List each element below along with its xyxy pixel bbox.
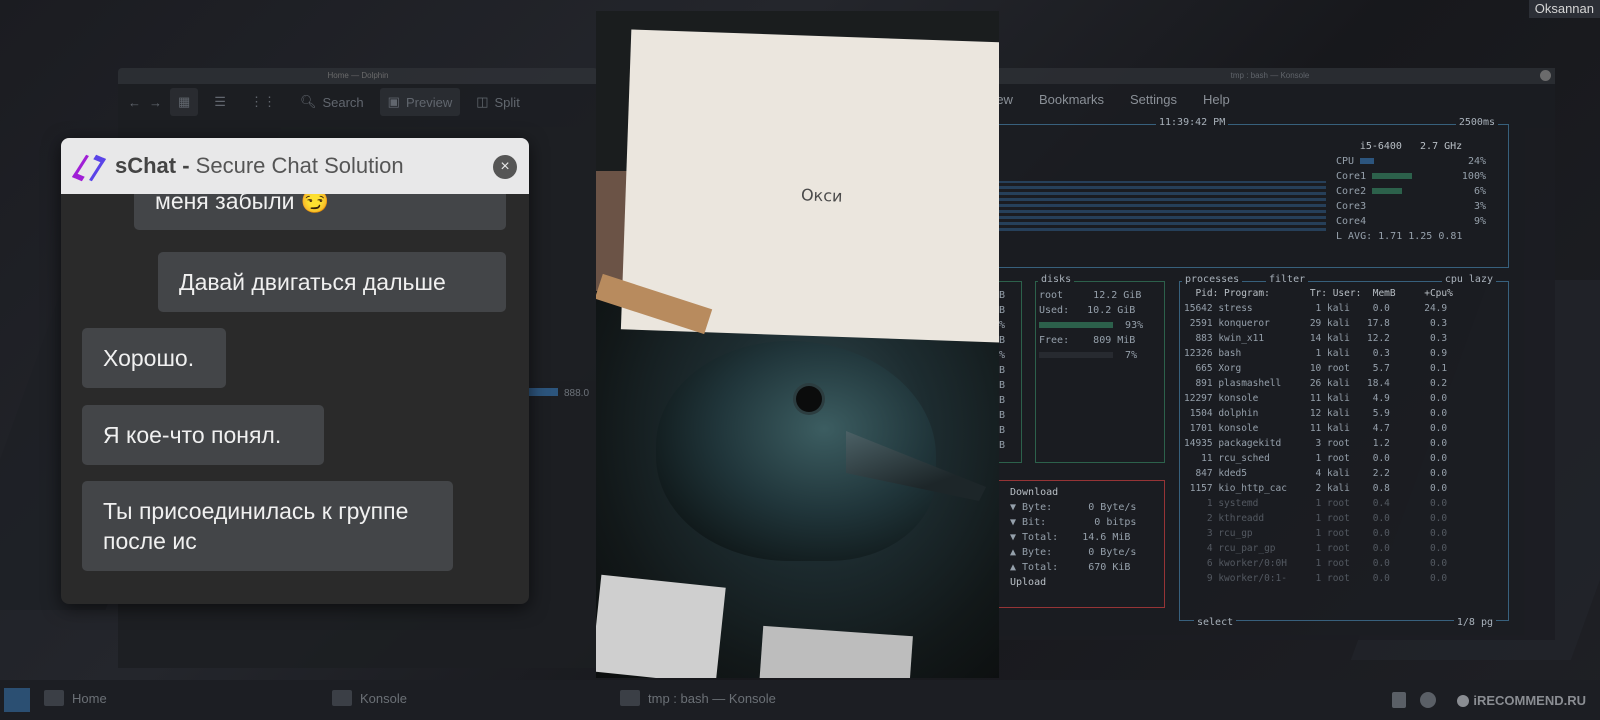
task-home[interactable]: Home [44, 690, 107, 706]
chat-message: Я кое-что понял. [82, 405, 324, 465]
close-button[interactable]: × [493, 155, 517, 179]
process-row[interactable]: 2591 konqueror 29 kali 17.8 0.3 [1184, 316, 1508, 331]
menu-help[interactable]: Help [1203, 92, 1230, 107]
process-row[interactable]: 9 kworker/0:1- 1 root 0.0 0.0 [1184, 571, 1508, 586]
close-icon[interactable] [1540, 70, 1551, 81]
paper-text: Окси [800, 185, 843, 206]
process-row[interactable]: 6 kworker/0:0H 1 root 0.0 0.0 [1184, 556, 1508, 571]
cpu-panel: i5-6400 2.7 GHz CPU 24% Core1 100% Core2… [1336, 141, 1486, 242]
clipboard-icon[interactable] [1392, 692, 1406, 708]
preview-icon: ▣ [387, 94, 400, 109]
refresh-rate: 2500ms [1455, 117, 1498, 128]
folder-icon [44, 690, 64, 706]
cpu-box: 11:39:42 PM 2500ms i5-6400 2.7 GHz CPU 2… [985, 117, 1509, 268]
chat-message: Хорошо. [82, 328, 226, 388]
page-indicator: 1/8 pg [1453, 617, 1496, 628]
disks-title: disks [1038, 274, 1075, 285]
back-icon[interactable]: ← [128, 95, 141, 110]
photo-raven: Окси [596, 11, 999, 678]
terminal-icon [332, 690, 352, 706]
processes-box: processes filter cpu lazy Pid: Program: … [1179, 274, 1509, 628]
search-button[interactable]: 🔍︎ Search [292, 88, 372, 116]
chat-messages[interactable]: меня забыли 😏 Давай двигаться дальше Хор… [61, 182, 529, 604]
compact-view-button[interactable]: ⋮⋮ [242, 88, 284, 116]
process-row[interactable]: 891 plasmashell 26 kali 18.4 0.2 [1184, 376, 1508, 391]
preview-button[interactable]: ▣ Preview [379, 88, 461, 116]
process-row[interactable]: 1504 dolphin 12 kali 5.9 0.0 [1184, 406, 1508, 421]
filter-label[interactable]: filter [1266, 274, 1309, 285]
process-row[interactable]: 12297 konsole 11 kali 4.9 0.0 [1184, 391, 1508, 406]
processes-title: processes [1182, 274, 1243, 285]
process-row[interactable]: 1701 konsole 11 kali 4.7 0.0 [1184, 421, 1508, 436]
dolphin-toolbar: ← → ▦ ☰ ⋮⋮ 🔍︎ Search ▣ Preview ◫ Split [118, 84, 598, 120]
chat-header: sChat - Secure Chat Solution × [61, 138, 529, 194]
select-label: select [1194, 617, 1237, 628]
icons-view-button[interactable]: ▦ [170, 88, 199, 116]
process-list[interactable]: 15642 stress 1 kali 0.0 24.9 2591 konque… [1184, 301, 1508, 586]
user-badge[interactable]: Oksannan [1528, 0, 1600, 18]
disks-box: disks root 12.2 GiB Used: 10.2 GiB 93% F… [1035, 274, 1165, 463]
chat-window[interactable]: sChat - Secure Chat Solution × меня забы… [61, 138, 529, 604]
process-row[interactable]: 665 Xorg 10 root 5.7 0.1 [1184, 361, 1508, 376]
chat-title: sChat - Secure Chat Solution [115, 153, 404, 178]
schat-logo-icon [77, 155, 101, 177]
window-title: Home — Dolphin [118, 68, 598, 84]
download-label: Download [1010, 487, 1059, 498]
menu-settings[interactable]: Settings [1130, 92, 1177, 107]
watermark: iRECOMMEND.RU [1457, 693, 1586, 708]
app-launcher-icon[interactable] [4, 688, 30, 712]
menu-bookmarks[interactable]: Bookmarks [1039, 92, 1104, 107]
window-title: tmp : bash — Konsole [985, 68, 1555, 84]
upload-label: Upload [1010, 577, 1047, 588]
process-row[interactable]: 12326 bash 1 kali 0.3 0.9 [1184, 346, 1508, 361]
process-row[interactable]: 14935 packagekitd 3 root 1.2 0.0 [1184, 436, 1508, 451]
search-icon: 🔍︎ [299, 94, 317, 109]
process-row[interactable]: 15642 stress 1 kali 0.0 24.9 [1184, 301, 1508, 316]
details-view-button[interactable]: ☰ [206, 88, 234, 116]
sort-mode[interactable]: cpu lazy [1441, 274, 1496, 285]
net-box: Download ▼ Byte: 0 Byte/s ▼ Bit: 0 bitps… [989, 480, 1165, 608]
updates-icon[interactable] [1420, 692, 1436, 708]
process-row[interactable]: 2 kthreadd 1 root 0.0 0.0 [1184, 511, 1508, 526]
paper-note [596, 574, 726, 678]
process-row[interactable]: 847 kded5 4 kali 2.2 0.0 [1184, 466, 1508, 481]
watermark-logo-icon [1457, 694, 1470, 707]
process-row[interactable]: 4 rcu_par_gp 1 root 0.0 0.0 [1184, 541, 1508, 556]
process-row[interactable]: 3 rcu_gp 1 root 0.0 0.0 [1184, 526, 1508, 541]
process-row[interactable]: 883 kwin_x11 14 kali 12.2 0.3 [1184, 331, 1508, 346]
split-button[interactable]: ◫ Split [468, 88, 528, 116]
chat-message: Ты присоединилась к группе после ис [82, 481, 453, 571]
process-row[interactable]: 1 systemd 1 root 0.4 0.0 [1184, 496, 1508, 511]
konsole-menubar: View Bookmarks Settings Help [985, 84, 1555, 107]
task-konsole-tmp[interactable]: tmp : bash — Konsole [620, 690, 776, 706]
forward-icon[interactable]: → [149, 95, 162, 110]
process-row[interactable]: 11 rcu_sched 1 root 0.0 0.0 [1184, 451, 1508, 466]
task-konsole[interactable]: Konsole [332, 690, 407, 706]
process-header: Pid: Program: Tr: User: MemB +Cpu% [1184, 288, 1453, 299]
process-row[interactable]: 1157 kio_http_cac 2 kali 0.8 0.0 [1184, 481, 1508, 496]
split-icon: ◫ [476, 94, 489, 109]
clock: 11:39:42 PM [1156, 117, 1229, 128]
konsole-window[interactable]: tmp : bash — Konsole View Bookmarks Sett… [985, 68, 1555, 640]
chat-message: Давай двигаться дальше [158, 252, 506, 312]
terminal-icon [620, 690, 640, 706]
taskbar: Home Konsole tmp : bash — Konsole iRECOM… [0, 680, 1600, 720]
raven-eye [796, 386, 822, 412]
cpu-graph [986, 181, 1326, 231]
terminal-output[interactable]: 11:39:42 PM 2500ms i5-6400 2.7 GHz CPU 2… [985, 116, 1555, 640]
